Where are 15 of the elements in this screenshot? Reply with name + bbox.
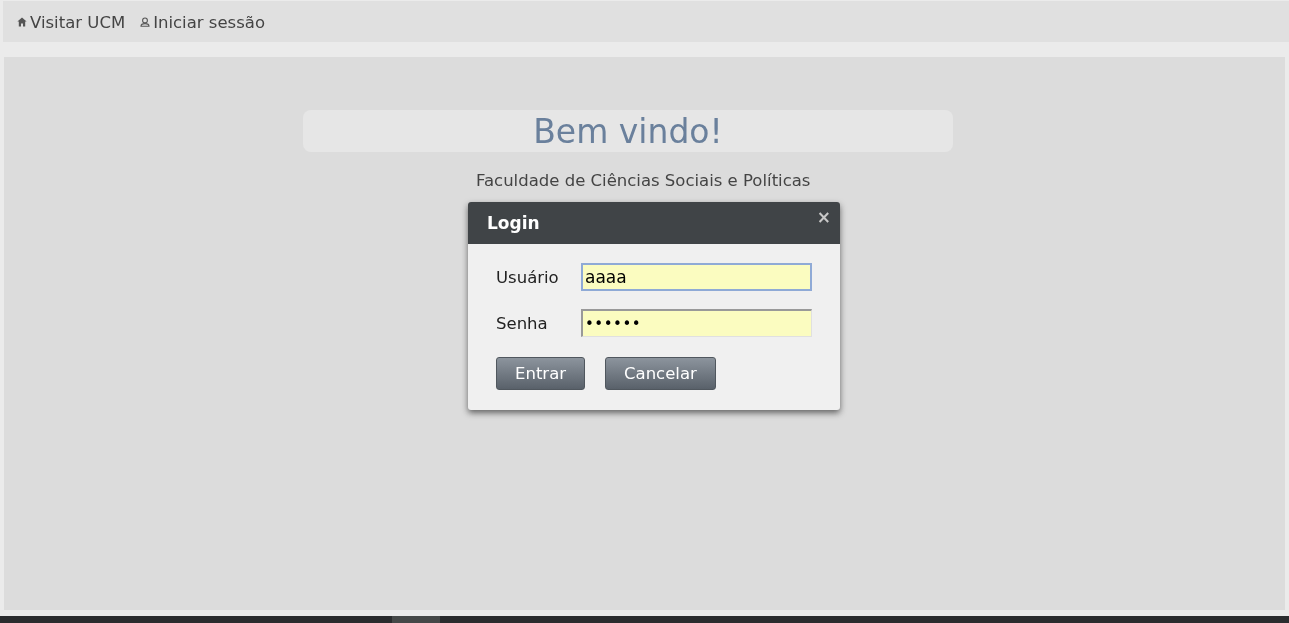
taskbar-item[interactable] (392, 616, 440, 623)
welcome-title: Bem vindo! (533, 114, 723, 148)
dialog-button[interactable]: Cancelar (605, 357, 716, 390)
dialog-button[interactable]: Entrar (496, 357, 586, 390)
user-icon (140, 17, 151, 27)
username-field[interactable]: aaaa (581, 263, 812, 291)
close-button[interactable]: × (816, 208, 831, 226)
field-label: Usuário (496, 267, 560, 287)
password-field[interactable]: •••••• (581, 309, 812, 337)
home-icon (17, 17, 27, 27)
field-label: Senha (496, 313, 549, 333)
nav-link[interactable]: Visitar UCM (17, 11, 126, 32)
nav-link[interactable]: Iniciar sessão (140, 11, 265, 32)
dialog-title: Login (487, 213, 540, 233)
faculty-name: Faculdade de Ciências Sociais e Políticas (476, 171, 811, 191)
